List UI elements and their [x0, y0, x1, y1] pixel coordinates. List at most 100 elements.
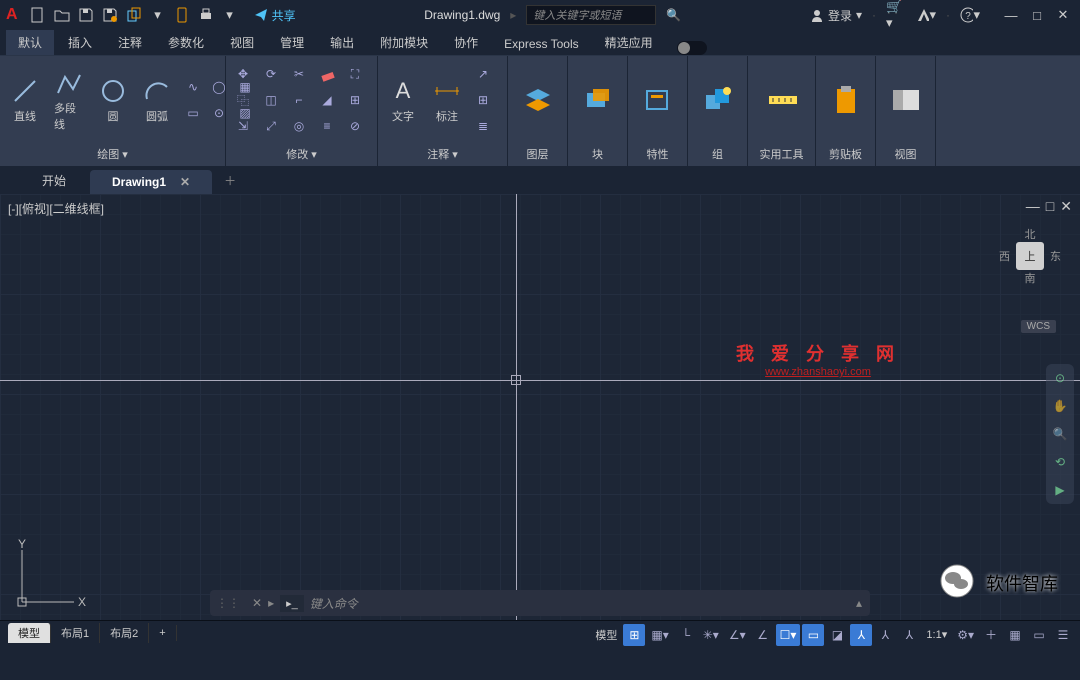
mirror-icon[interactable]: ◫ — [260, 89, 282, 111]
drawing-canvas[interactable]: [-][俯视][二维线框] — □ ✕ 北 西上东 南 WCS ⊙ ✋ 🔍 ⟲ … — [0, 194, 1080, 620]
dropdown-icon[interactable]: ▾ — [220, 5, 240, 25]
showmotion-icon[interactable]: ▶ — [1050, 480, 1070, 500]
save-icon[interactable] — [76, 5, 96, 25]
minimize-vp-icon[interactable]: — — [1026, 198, 1040, 215]
scale-icon[interactable]: ⤢ — [260, 115, 282, 137]
rect-icon[interactable]: ▭ — [182, 102, 204, 124]
panel-title[interactable]: 修改 ▾ — [226, 144, 377, 166]
close-vp-icon[interactable]: ✕ — [1060, 198, 1072, 215]
util-button[interactable] — [763, 83, 801, 117]
login-button[interactable]: 登录 ▾ — [810, 7, 862, 24]
autodesk-icon[interactable]: ▾ — [916, 5, 936, 25]
workspace-icon[interactable]: ⚙▾ — [953, 624, 978, 646]
tab-layout2[interactable]: 布局2 — [100, 623, 149, 643]
group-button[interactable] — [699, 83, 737, 117]
tab-parametric[interactable]: 参数化 — [156, 30, 216, 55]
dim-button[interactable]: 标注 — [428, 74, 466, 126]
add-layout-button[interactable]: + — [149, 625, 176, 641]
close-cmd-icon[interactable]: ✕ — [246, 596, 268, 610]
copy-icon[interactable]: ⿻ — [232, 89, 254, 111]
search-input[interactable]: 键入关键字或短语 — [526, 5, 656, 25]
tab-view[interactable]: 视图 — [218, 30, 266, 55]
tab-manage[interactable]: 管理 — [268, 30, 316, 55]
dropdown-icon[interactable]: ▾ — [148, 5, 168, 25]
panel-title[interactable]: 特性 — [628, 144, 687, 166]
command-line[interactable]: ⋮⋮ ✕ ▸ ▸_ 键入命令 ▴ — [210, 590, 870, 616]
panel-title[interactable]: 视图 — [876, 144, 935, 166]
snap-toggle-icon[interactable]: ▦▾ — [647, 624, 672, 646]
tab-model[interactable]: 模型 — [8, 623, 51, 643]
panel-title[interactable]: 绘图 ▾ — [0, 144, 225, 166]
align-icon[interactable]: ≡ — [316, 115, 338, 137]
fullnav-icon[interactable]: ⊙ — [1050, 368, 1070, 388]
panel-title[interactable]: 图层 — [508, 144, 567, 166]
quickprops-icon[interactable]: ▭ — [1028, 624, 1050, 646]
close-tab-icon[interactable]: ✕ — [180, 175, 190, 189]
view-button[interactable] — [887, 83, 925, 117]
cmd-input[interactable]: 键入命令 — [310, 595, 848, 612]
ribbon-toggle[interactable] — [677, 41, 707, 55]
osnap-icon[interactable]: ☐▾ — [776, 624, 801, 646]
orbit-icon[interactable]: ⟲ — [1050, 452, 1070, 472]
tab-addins[interactable]: 附加模块 — [368, 30, 440, 55]
erase-icon[interactable] — [316, 63, 338, 85]
panel-title[interactable]: 块 — [568, 144, 627, 166]
cart-icon[interactable]: 🛒▾ — [886, 5, 906, 25]
fillet-icon[interactable]: ⌐ — [288, 89, 310, 111]
zoom-icon[interactable]: 🔍 — [1050, 424, 1070, 444]
web-icon[interactable] — [124, 5, 144, 25]
cmd-history-icon[interactable]: ▴ — [848, 596, 870, 610]
tab-annotate[interactable]: 注释 — [106, 30, 154, 55]
maximize-icon[interactable]: □ — [1026, 5, 1048, 25]
viewport-label[interactable]: [-][俯视][二维线框] — [8, 200, 104, 217]
grid-toggle-icon[interactable]: ⊞ — [623, 624, 645, 646]
props-button[interactable] — [639, 83, 677, 117]
tab-drawing1[interactable]: Drawing1✕ — [90, 170, 212, 194]
text-button[interactable]: A文字 — [384, 74, 422, 126]
share-button[interactable]: 共享 — [254, 7, 296, 24]
new-icon[interactable] — [28, 5, 48, 25]
annomonitor-icon[interactable]: ＋ — [980, 624, 1002, 646]
lineweight-icon[interactable]: ▭ — [802, 624, 824, 646]
tab-featured[interactable]: 精选应用 — [593, 30, 665, 55]
circle-button[interactable]: 圆 — [94, 74, 132, 126]
open-icon[interactable] — [52, 5, 72, 25]
tab-collab[interactable]: 协作 — [442, 30, 490, 55]
drag-handle-icon[interactable]: ⋮⋮ — [210, 596, 246, 610]
layer-button[interactable] — [519, 83, 557, 117]
annoscale-icon[interactable]: ⅄ — [850, 624, 872, 646]
customize-icon[interactable]: ☰ — [1052, 624, 1074, 646]
print-icon[interactable] — [196, 5, 216, 25]
tab-layout1[interactable]: 布局1 — [51, 623, 100, 643]
panel-title[interactable]: 组 — [688, 144, 747, 166]
offset-icon[interactable]: ◎ — [288, 115, 310, 137]
tab-start[interactable]: 开始 — [20, 167, 88, 194]
viewcube[interactable]: 北 西上东 南 — [998, 224, 1062, 288]
block-button[interactable] — [579, 83, 617, 117]
maximize-vp-icon[interactable]: □ — [1046, 198, 1054, 215]
explode-icon[interactable]: ⛶ — [344, 63, 366, 85]
transparency-icon[interactable]: ◪ — [826, 624, 848, 646]
spline-icon[interactable]: ∿ — [182, 76, 204, 98]
tab-default[interactable]: 默认 — [6, 30, 54, 55]
new-tab-button[interactable]: ＋ — [214, 167, 246, 194]
mtext-icon[interactable]: ≣ — [472, 115, 494, 137]
ortho-icon[interactable]: └ — [675, 624, 697, 646]
units-icon[interactable]: ▦ — [1004, 624, 1026, 646]
search-icon[interactable]: 🔍 — [666, 8, 681, 22]
otrack-icon[interactable]: ∠ — [752, 624, 774, 646]
panel-title[interactable]: 剪贴板 — [816, 144, 875, 166]
tab-output[interactable]: 输出 — [318, 30, 366, 55]
autoscale-icon[interactable]: ⅄ — [898, 624, 920, 646]
polyline-button[interactable]: 多段线 — [50, 66, 88, 134]
table-icon[interactable]: ⊞ — [472, 89, 494, 111]
polar-icon[interactable]: ✳▾ — [699, 624, 723, 646]
panel-title[interactable]: 注释 ▾ — [378, 144, 507, 166]
arc-button[interactable]: 圆弧 — [138, 74, 176, 126]
minimize-icon[interactable]: — — [1000, 5, 1022, 25]
stretch-icon[interactable]: ⇲ — [232, 115, 254, 137]
annovisibility-icon[interactable]: ⅄ — [874, 624, 896, 646]
chamfer-icon[interactable]: ◢ — [316, 89, 338, 111]
model-badge[interactable]: 模型 — [591, 624, 621, 646]
array-icon[interactable]: ⊞ — [344, 89, 366, 111]
